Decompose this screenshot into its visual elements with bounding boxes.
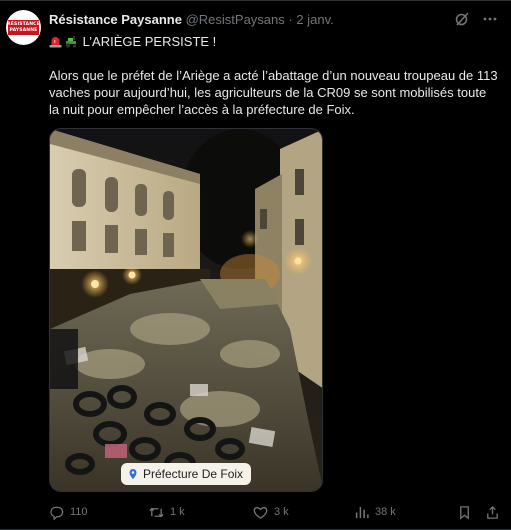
map-pin-icon — [129, 469, 137, 479]
header-separator: · — [288, 12, 293, 27]
barricade-photo — [50, 129, 322, 491]
repost-button[interactable]: 1 k — [149, 504, 185, 520]
rotating-light-emoji — [49, 37, 62, 48]
more-options-icon[interactable] — [482, 11, 498, 27]
avatar[interactable]: RÉSISTANCE PAYSANNE — [6, 10, 41, 45]
location-label: Préfecture De Foix — [143, 467, 244, 481]
tweet-actions: 110 1 k 3 k 38 k — [49, 504, 501, 520]
like-button[interactable]: 3 k — [253, 504, 289, 520]
views-icon — [355, 506, 369, 518]
like-count: 3 k — [274, 506, 289, 518]
views-button[interactable]: 38 k — [354, 504, 396, 520]
repost-icon — [149, 507, 164, 517]
tweet-top-actions — [454, 11, 498, 27]
tweet-body: Alors que le préfet de l’Ariège a acté l… — [49, 68, 498, 117]
heart-icon — [253, 506, 268, 519]
tweet-header: Résistance Paysanne @ResistPaysans · 2 j… — [49, 12, 334, 27]
avatar-logo-line-2: PAYSANNE — [9, 27, 38, 33]
views-count: 38 k — [375, 506, 396, 518]
avatar-logo: RÉSISTANCE PAYSANNE — [7, 20, 40, 35]
author-name[interactable]: Résistance Paysanne — [49, 12, 182, 27]
share-icon — [487, 505, 498, 519]
tweet-photo[interactable]: Préfecture De Foix — [49, 128, 323, 492]
repost-count: 1 k — [170, 506, 185, 518]
bookmark-icon — [460, 505, 469, 519]
tractor-emoji — [65, 36, 77, 48]
reply-icon — [50, 506, 64, 520]
bookmark-button[interactable] — [457, 504, 472, 520]
share-button[interactable] — [485, 504, 500, 520]
tweet-date[interactable]: 2 janv. — [296, 12, 333, 27]
reply-button[interactable]: 110 — [49, 504, 88, 520]
reply-count: 110 — [70, 506, 88, 518]
tweet-card[interactable]: RÉSISTANCE PAYSANNE Résistance Paysanne … — [0, 0, 511, 530]
tweet-text: L’ARIÈGE PERSISTE ! Alors que le préfet … — [49, 33, 499, 118]
location-tag[interactable]: Préfecture De Foix — [121, 463, 252, 485]
grok-icon[interactable] — [454, 11, 470, 27]
tweet-headline: L’ARIÈGE PERSISTE ! — [82, 34, 217, 49]
author-handle[interactable]: @ResistPaysans — [186, 12, 285, 27]
tweet-headline-line: L’ARIÈGE PERSISTE ! — [49, 33, 499, 50]
